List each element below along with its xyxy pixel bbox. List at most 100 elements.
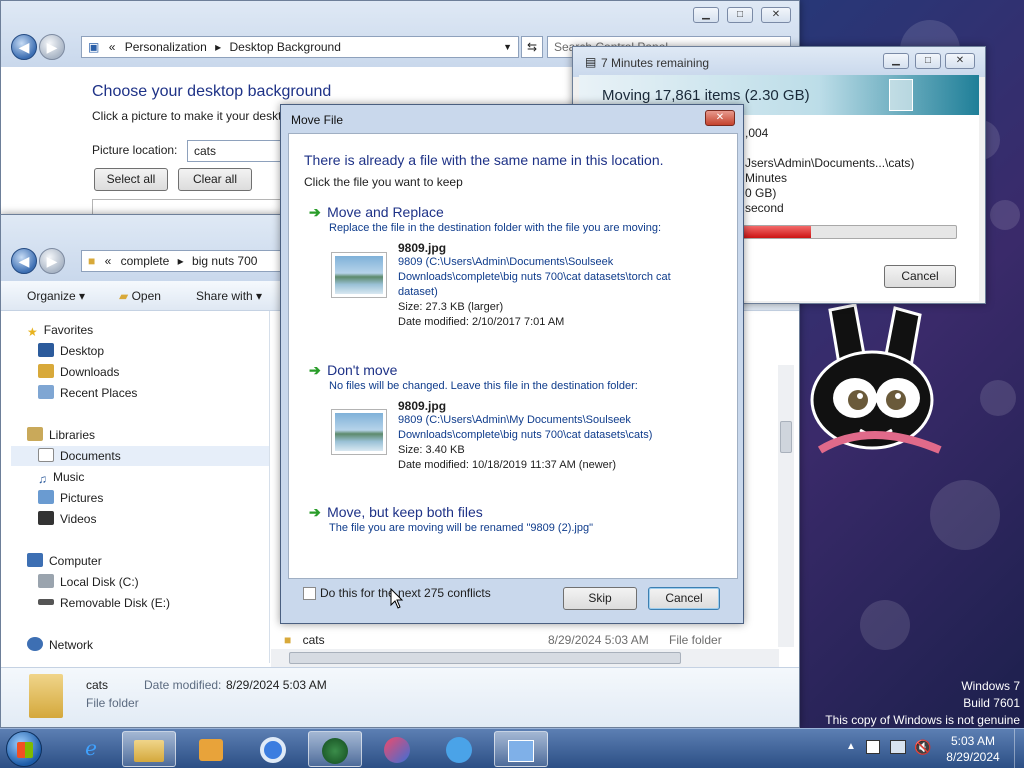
- share-with-button[interactable]: Share with ▾: [196, 289, 262, 303]
- option-title: Move and Replace: [327, 204, 444, 220]
- cancel-button[interactable]: Cancel: [648, 587, 720, 610]
- minimize-button[interactable]: ▁: [693, 7, 719, 23]
- skip-button[interactable]: Skip: [563, 587, 637, 610]
- select-all-button[interactable]: Select all: [94, 168, 168, 191]
- scrollbar-thumb[interactable]: [780, 421, 792, 453]
- nav-computer[interactable]: Computer: [27, 551, 102, 571]
- start-button[interactable]: [6, 731, 42, 767]
- network-icon: [27, 637, 43, 651]
- breadcrumb-complete[interactable]: complete: [121, 254, 170, 268]
- windows-explorer-icon[interactable]: [122, 731, 176, 767]
- vertical-scrollbar[interactable]: [778, 365, 794, 647]
- recent-places-icon: [38, 385, 54, 399]
- mouse-cursor-icon: [390, 588, 404, 609]
- picture-location-select[interactable]: cats: [187, 140, 281, 162]
- videos-icon: [38, 511, 54, 525]
- open-button[interactable]: ▰ Open: [119, 289, 161, 303]
- file-date: Date modified: 2/10/2017 7:01 AM: [398, 316, 565, 328]
- progress-detail-2: Jsers\Admin\Documents...\cats): [745, 156, 915, 170]
- watermark-line: This copy of Windows is not genuine: [825, 713, 1020, 727]
- green-arrow-icon: ➔: [309, 504, 321, 520]
- folder-icon: ■: [284, 633, 292, 647]
- chrome-browser-icon[interactable]: [246, 731, 300, 767]
- nav-network[interactable]: Network: [27, 635, 93, 655]
- breadcrumb-desktop-background[interactable]: Desktop Background: [230, 40, 341, 54]
- scrollbar-thumb[interactable]: [289, 652, 681, 664]
- nav-favorites[interactable]: ★ Favorites: [27, 320, 93, 340]
- nav-local-disk[interactable]: Local Disk (C:): [38, 572, 139, 592]
- breadcrumb-overflow[interactable]: «: [109, 40, 116, 54]
- file-path-line: Downloads\complete\big nuts 700\cat data…: [398, 271, 671, 283]
- soulseek-icon[interactable]: [370, 731, 424, 767]
- nav-videos[interactable]: Videos: [38, 509, 96, 529]
- back-button[interactable]: ◀: [11, 248, 37, 274]
- organize-button[interactable]: Organize ▾: [27, 289, 85, 303]
- computer-icon: [27, 553, 43, 567]
- option-title: Move, but keep both files: [327, 504, 483, 520]
- nav-pictures[interactable]: Pictures: [38, 488, 103, 508]
- details-pane: cats Date modified: 8/29/2024 5:03 AM Fi…: [1, 667, 799, 727]
- back-button[interactable]: ◀: [11, 34, 37, 60]
- address-bar[interactable]: ▣ « Personalization ▸ Desktop Background…: [81, 36, 519, 58]
- close-button[interactable]: ✕: [761, 7, 791, 23]
- windows-logo-icon: [17, 742, 33, 758]
- scanner-app-icon[interactable]: [308, 731, 362, 767]
- file-path-line: dataset): [398, 286, 438, 298]
- progress-window-icon: ▤: [585, 55, 597, 69]
- file-row-cats[interactable]: ■ cats 8/29/2024 5:03 AM File folder: [284, 631, 778, 649]
- option-move-and-replace[interactable]: ➔ Move and Replace Replace the file in t…: [309, 204, 729, 334]
- chevron-down-icon[interactable]: ▼: [503, 37, 512, 57]
- breadcrumb-personalization[interactable]: Personalization: [125, 40, 207, 54]
- forward-button[interactable]: ▶: [39, 34, 65, 60]
- nav-recent-places[interactable]: Recent Places: [38, 383, 137, 403]
- refresh-button[interactable]: ⇆: [521, 36, 543, 58]
- close-button[interactable]: ✕: [705, 110, 735, 126]
- progress-window-title: 7 Minutes remaining: [601, 56, 710, 70]
- action-center-icon[interactable]: [866, 740, 880, 754]
- clear-all-button[interactable]: Clear all: [178, 168, 252, 191]
- nav-music[interactable]: ♫ Music: [38, 467, 84, 487]
- dialog-heading: There is already a file with the same na…: [304, 152, 664, 168]
- show-desktop-button[interactable]: [1014, 729, 1024, 768]
- desktop-icon: [38, 343, 54, 357]
- wallpaper-mascot: [810, 303, 942, 454]
- file-path-line: 9809 (C:\Users\Admin\My Documents\Soulse…: [398, 414, 631, 426]
- folder-icon: [29, 674, 63, 718]
- cancel-button[interactable]: Cancel: [884, 265, 956, 288]
- file-type: File folder: [669, 633, 722, 647]
- green-arrow-icon: ➔: [309, 204, 321, 220]
- volume-muted-icon[interactable]: 🔇: [914, 739, 931, 756]
- address-bar[interactable]: ■ « complete ▸ big nuts 700: [81, 250, 281, 272]
- horizontal-scrollbar[interactable]: [271, 649, 779, 667]
- option-description: No files will be changed. Leave this fil…: [329, 380, 638, 392]
- system-clock[interactable]: 5:03 AM 8/29/2024: [936, 733, 1010, 765]
- maximize-button[interactable]: □: [915, 53, 941, 69]
- nav-downloads[interactable]: Downloads: [38, 362, 119, 382]
- option-dont-move[interactable]: ➔ Don't move No files will be changed. L…: [309, 362, 729, 472]
- maximize-button[interactable]: □: [727, 7, 753, 23]
- move-file-dialog: Move File ✕ There is already a file with…: [280, 104, 744, 624]
- close-button[interactable]: ✕: [945, 53, 975, 69]
- nav-desktop[interactable]: Desktop: [38, 341, 104, 361]
- network-status-icon[interactable]: [890, 740, 906, 754]
- apply-to-all-label[interactable]: Do this for the next 275 conflicts: [320, 586, 491, 600]
- control-panel-icon[interactable]: [494, 731, 548, 767]
- breadcrumb-overflow[interactable]: «: [105, 254, 112, 268]
- apply-to-all-checkbox[interactable]: [303, 587, 316, 600]
- breadcrumb-big-nuts-700[interactable]: big nuts 700: [192, 254, 257, 268]
- wallpaper-bubble: [980, 380, 1016, 416]
- picture-location-label: Picture location:: [92, 143, 178, 157]
- nav-removable-disk[interactable]: Removable Disk (E:): [38, 593, 170, 613]
- progress-bar: [713, 225, 957, 239]
- media-player-icon[interactable]: [184, 731, 238, 767]
- show-hidden-icons-button[interactable]: ▲: [846, 741, 856, 752]
- forward-button[interactable]: ▶: [39, 248, 65, 274]
- internet-explorer-icon[interactable]: ℯ: [64, 731, 118, 767]
- option-keep-both[interactable]: ➔ Move, but keep both files The file you…: [309, 504, 729, 544]
- messenger-icon[interactable]: [432, 731, 486, 767]
- nav-documents[interactable]: Documents: [11, 446, 269, 466]
- watermark-line: Windows 7: [961, 679, 1020, 693]
- hard-drive-icon: [38, 574, 54, 588]
- minimize-button[interactable]: ▁: [883, 53, 909, 69]
- nav-libraries[interactable]: Libraries: [27, 425, 95, 445]
